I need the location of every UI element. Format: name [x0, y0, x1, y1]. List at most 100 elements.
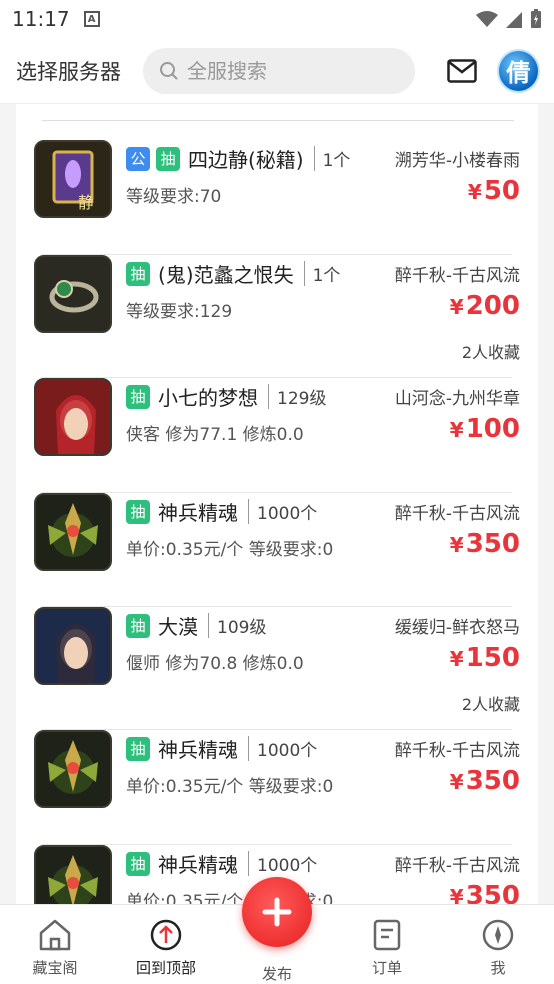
header: 选择服务器 倩: [0, 38, 554, 104]
tab-home-label: 藏宝阁: [32, 959, 78, 977]
tab-bar: 藏宝阁 回到顶部 发布 订单 我: [0, 877, 554, 984]
item-price: ¥50: [468, 176, 520, 206]
item-name: 四边静(秘籍): [188, 148, 304, 172]
item-title-row: 抽神兵精魂 1000个: [126, 734, 317, 763]
item-quantity: 109级: [208, 613, 266, 638]
currency-symbol: ¥: [467, 180, 482, 204]
search-box[interactable]: [143, 47, 415, 94]
character-portrait: [36, 609, 110, 683]
item-price: ¥350: [450, 881, 520, 904]
character-portrait: [36, 380, 110, 454]
tab-orders-label: 订单: [371, 959, 402, 977]
list-item[interactable]: 抽 (鬼)范蠡之恨失 1个 等级要求:129 醉千秋-千古风流 ¥200 2人收藏: [16, 255, 538, 378]
currency-symbol: ¥: [449, 770, 464, 794]
item-title-row: 抽大漠 109级: [126, 611, 266, 640]
status-time: 11:17: [12, 7, 70, 31]
item-server: 溯芳华-小楼春雨: [394, 151, 520, 171]
item-server: 山河念-九州华章: [394, 389, 520, 409]
item-title-row: 抽 (鬼)范蠡之恨失 1个: [126, 259, 340, 288]
item-name: (鬼)范蠡之恨失: [158, 263, 294, 287]
item-title-row: 抽神兵精魂 1000个: [126, 497, 317, 526]
compass-icon: [482, 919, 514, 951]
item-tag: 抽: [126, 736, 150, 761]
item-name: 大漠: [158, 615, 198, 639]
item-quantity: 129级: [268, 384, 326, 409]
signal-icon: [506, 12, 522, 28]
item-thumbnail: [34, 730, 112, 808]
item-favorites: 2人收藏: [461, 695, 520, 714]
list-item[interactable]: 抽小七的梦想 129级侠客 修为77.1 修炼0.0 山河念-九州华章 ¥100: [16, 378, 538, 493]
tab-back-to-top[interactable]: 回到顶部: [126, 919, 206, 978]
item-title-row: 抽小七的梦想 129级: [126, 382, 326, 411]
item-detail: 侠客 修为77.1 修炼0.0: [126, 425, 304, 445]
item-detail: 单价:0.35元/个 等级要求:0: [126, 777, 334, 797]
item-name: 神兵精魂: [158, 738, 238, 762]
soul-icon: [36, 847, 110, 904]
publish-button[interactable]: [242, 877, 312, 947]
plus-icon: [262, 897, 292, 927]
notification-a-icon: A: [83, 11, 100, 27]
ring-icon: [36, 257, 110, 331]
list-item[interactable]: 抽大漠 109级 偃师 修为70.8 修炼0.0 缓缓归-鲜衣怒马 ¥150 2人收藏: [16, 607, 538, 730]
item-thumbnail: [34, 845, 112, 904]
soul-icon: [36, 732, 110, 806]
item-tag: 抽: [126, 261, 150, 286]
item-price: ¥350: [450, 529, 520, 559]
wifi-icon: [476, 11, 498, 27]
tab-me[interactable]: 我: [458, 919, 538, 978]
price-value: 150: [465, 643, 520, 673]
item-thumbnail: [34, 607, 112, 685]
currency-symbol: ¥: [449, 533, 464, 557]
item-server: 醉千秋-千古风流: [394, 741, 520, 761]
item-list[interactable]: 静公抽四边静(秘籍) 1个 等级要求:70 溯芳华-小楼春雨 ¥50 抽 (鬼)范蠡之恨失 1…: [16, 104, 538, 904]
item-name: 神兵精魂: [158, 501, 238, 525]
divider: [42, 120, 514, 121]
currency-symbol: ¥: [449, 295, 464, 319]
price-value: 100: [465, 414, 520, 444]
item-quantity: 1个: [303, 261, 340, 286]
tab-back-to-top-label: 回到顶部: [135, 959, 196, 977]
status-icons: [476, 9, 542, 29]
order-icon: [373, 919, 401, 951]
status-bar: 11:17 A: [0, 0, 554, 38]
item-name: 小七的梦想: [158, 386, 258, 410]
list-item[interactable]: 静 公抽四边静(秘籍) 1个 等级要求:70 溯芳华-小楼春雨 ¥50: [16, 140, 538, 255]
server-select-button[interactable]: 选择服务器: [16, 56, 121, 86]
item-thumbnail: [34, 378, 112, 456]
item-quantity: 1个: [313, 146, 350, 171]
list-item[interactable]: 抽神兵精魂 1000个 单价:0.35元/个 等级要求:0 醉千秋-千古风流 ¥350: [16, 493, 538, 607]
price-value: 350: [465, 529, 520, 559]
currency-symbol: ¥: [449, 418, 464, 442]
mail-button[interactable]: [446, 58, 477, 83]
item-tag: 公: [126, 146, 150, 171]
price-value: 350: [465, 881, 520, 904]
item-server: 醉千秋-千古风流: [394, 856, 520, 876]
tab-orders[interactable]: 订单: [347, 919, 427, 978]
mail-icon: [446, 58, 477, 83]
book-icon: 静: [36, 142, 110, 216]
svg-text:静: 静: [78, 193, 94, 212]
item-tag: 抽: [126, 384, 150, 409]
item-thumbnail: 静: [34, 140, 112, 218]
tab-me-label: 我: [490, 959, 506, 977]
item-thumbnail: [34, 255, 112, 333]
item-price: ¥150: [450, 643, 520, 673]
item-server: 醉千秋-千古风流: [394, 266, 520, 286]
item-quantity: 1000个: [248, 736, 317, 761]
item-title-row: 公抽四边静(秘籍) 1个: [126, 144, 350, 173]
search-input[interactable]: [187, 58, 387, 83]
item-tag: 抽: [126, 851, 150, 876]
item-name: 神兵精魂: [158, 853, 238, 877]
item-detail: 等级要求:129: [126, 302, 233, 322]
item-server: 缓缓归-鲜衣怒马: [394, 618, 520, 638]
item-tag: 抽: [126, 499, 150, 524]
item-favorites: 2人收藏: [461, 343, 520, 362]
item-quantity: 1000个: [248, 851, 317, 876]
price-value: 50: [483, 176, 520, 206]
list-item[interactable]: 抽神兵精魂 1000个 单价:0.35元/个 等级要求:0 醉千秋-千古风流 ¥350: [16, 730, 538, 845]
item-detail: 单价:0.35元/个 等级要求:0: [126, 540, 334, 560]
avatar[interactable]: 倩: [496, 48, 540, 93]
soul-icon: [36, 495, 110, 569]
item-price: ¥100: [450, 414, 520, 444]
tab-home[interactable]: 藏宝阁: [15, 919, 95, 978]
